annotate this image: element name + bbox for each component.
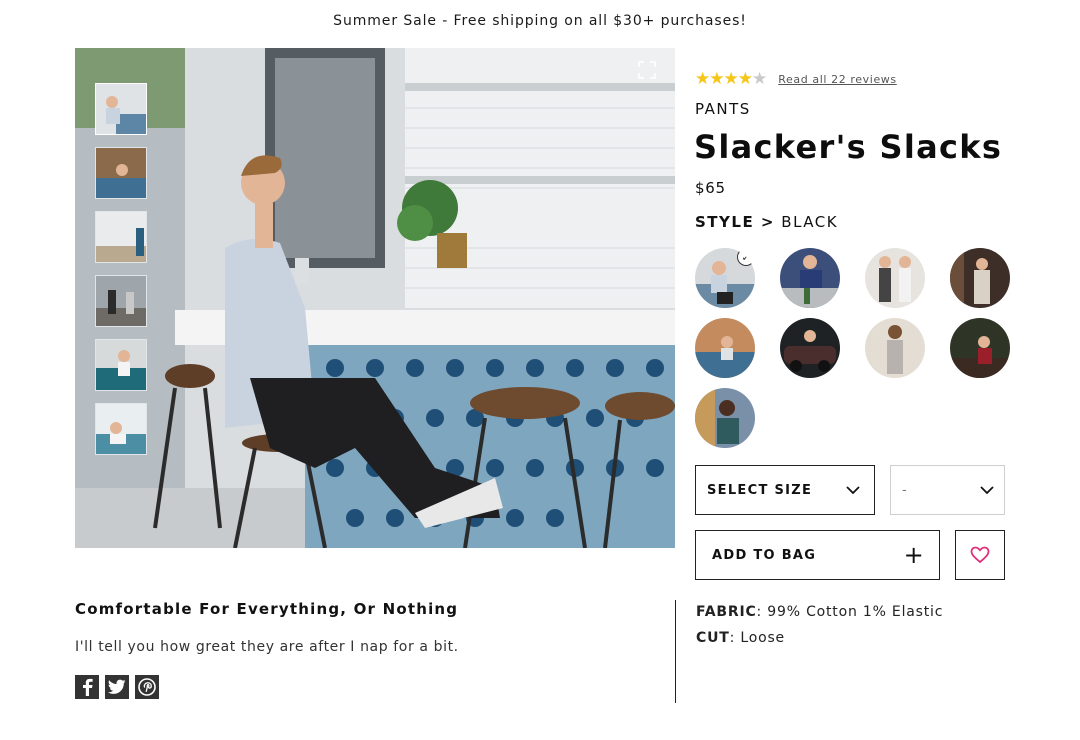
- style-label: STYLE >: [695, 213, 775, 231]
- wishlist-button[interactable]: [955, 530, 1005, 580]
- thumbnail-4[interactable]: [95, 275, 147, 327]
- spec-fabric: FABRIC: 99% Cotton 1% Elastic: [696, 604, 943, 620]
- add-to-bag-button[interactable]: ADD TO BAG +: [695, 530, 940, 580]
- thumbnail-5[interactable]: [95, 339, 147, 391]
- spec-fabric-value: : 99% Cotton 1% Elastic: [756, 604, 944, 620]
- add-to-bag-label: ADD TO BAG: [712, 547, 817, 563]
- style-line: STYLE > BLACK: [695, 213, 838, 231]
- chevron-down-icon: [980, 486, 994, 495]
- spec-cut-value: : Loose: [729, 630, 785, 646]
- star-icon: ★: [723, 69, 739, 89]
- chevron-down-icon: [846, 486, 860, 495]
- thumbnail-1[interactable]: [95, 83, 147, 135]
- style-swatch-1[interactable]: ✓: [695, 248, 755, 308]
- thumbnail-6[interactable]: [95, 403, 147, 455]
- thumbnail-3[interactable]: [95, 211, 147, 263]
- star-rating: ★★★★★: [695, 69, 767, 89]
- quantity-select-value: -: [902, 482, 907, 498]
- section-divider: [675, 600, 676, 703]
- heart-icon: [970, 546, 990, 564]
- product-category: PANTS: [695, 100, 751, 118]
- style-swatch-4[interactable]: [950, 248, 1010, 308]
- social-share: [75, 675, 165, 699]
- read-reviews-link[interactable]: Read all 22 reviews: [778, 73, 897, 86]
- star-icon: ★: [737, 69, 753, 89]
- style-value: BLACK: [781, 213, 839, 231]
- star-icon: ★: [709, 69, 724, 89]
- pinterest-icon[interactable]: [135, 675, 159, 699]
- twitter-icon[interactable]: [105, 675, 129, 699]
- thumbnail-strip: [95, 83, 147, 467]
- selected-check-icon: ✓: [737, 248, 755, 266]
- style-swatch-5[interactable]: [695, 318, 755, 378]
- style-swatch-6[interactable]: [780, 318, 840, 378]
- style-swatch-7[interactable]: [865, 318, 925, 378]
- spec-cut: CUT: Loose: [696, 630, 785, 646]
- style-swatches: ✓: [695, 248, 1025, 458]
- thumbnail-2[interactable]: [95, 147, 147, 199]
- size-select-label: SELECT SIZE: [707, 482, 813, 498]
- description-title: Comfortable For Everything, Or Nothing: [75, 600, 459, 618]
- style-swatch-8[interactable]: [950, 318, 1010, 378]
- plus-icon: +: [903, 541, 925, 569]
- star-icon: ★: [695, 69, 710, 89]
- style-swatch-3[interactable]: [865, 248, 925, 308]
- product-price: $65: [695, 179, 726, 197]
- star-empty-icon: ★: [752, 69, 767, 89]
- description-text: I'll tell you how great they are after I…: [75, 639, 459, 655]
- promo-banner: Summer Sale - Free shipping on all $30+ …: [333, 13, 747, 29]
- quantity-select[interactable]: -: [890, 465, 1005, 515]
- size-select[interactable]: SELECT SIZE: [695, 465, 875, 515]
- spec-fabric-label: FABRIC: [696, 604, 757, 620]
- style-swatch-9[interactable]: [695, 388, 755, 448]
- facebook-icon[interactable]: [75, 675, 99, 699]
- product-hero-image[interactable]: [75, 48, 675, 548]
- product-title: Slacker's Slacks: [694, 128, 1003, 166]
- rating: ★★★★★ Read all 22 reviews: [695, 70, 897, 88]
- expand-icon[interactable]: [637, 60, 657, 80]
- spec-cut-label: CUT: [696, 630, 730, 646]
- style-swatch-2[interactable]: [780, 248, 840, 308]
